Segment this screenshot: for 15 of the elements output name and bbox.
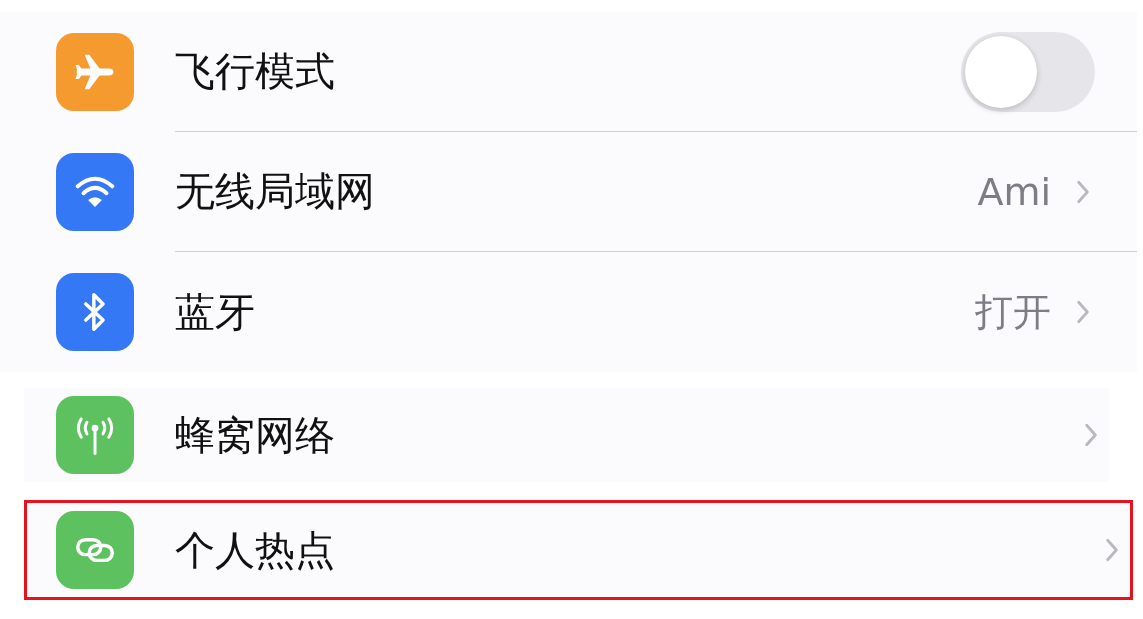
chevron-icon xyxy=(1104,537,1120,563)
setting-value: Ami xyxy=(977,169,1051,214)
settings-row[interactable]: 蓝牙 打开 xyxy=(0,252,1137,372)
setting-label: 飞行模式 xyxy=(175,47,335,96)
settings-row[interactable]: 蜂窝网络 xyxy=(24,388,1109,482)
setting-label: 个人热点 xyxy=(175,525,335,575)
chevron-icon xyxy=(1075,299,1091,325)
settings-row[interactable]: 无线局域网 Ami xyxy=(0,132,1137,252)
setting-label: 无线局域网 xyxy=(175,167,375,216)
setting-label: 蜂窝网络 xyxy=(175,410,335,460)
setting-label: 蓝牙 xyxy=(175,287,255,337)
settings-row[interactable]: 飞行模式 xyxy=(0,12,1137,132)
chevron-icon xyxy=(1083,422,1099,448)
setting-value: 打开 xyxy=(975,288,1051,336)
chevron-icon xyxy=(1075,178,1091,205)
